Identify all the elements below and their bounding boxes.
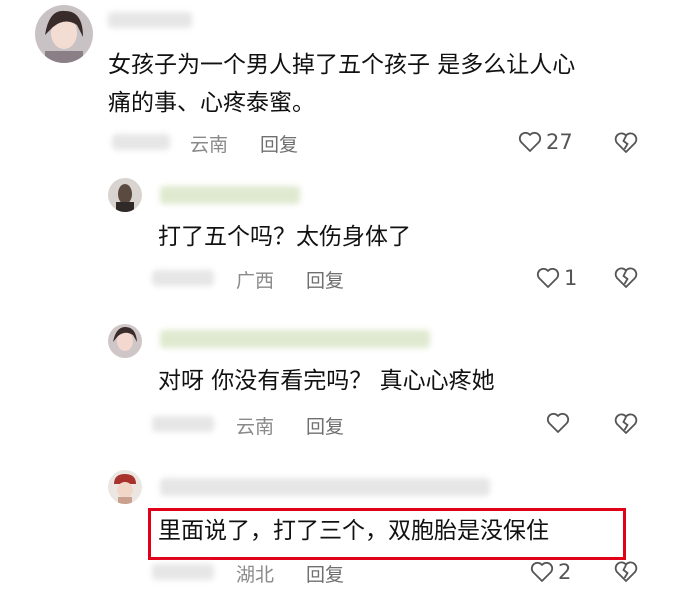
username-redacted[interactable] (160, 330, 430, 348)
broken-heart-icon (613, 131, 639, 155)
timestamp-redacted (152, 270, 214, 286)
avatar[interactable] (108, 324, 142, 358)
like-button[interactable]: 1 (536, 266, 577, 290)
dislike-button[interactable] (613, 266, 639, 290)
avatar[interactable] (108, 470, 142, 504)
dislike-button[interactable] (613, 131, 639, 155)
reply-button[interactable]: 回复 (306, 266, 344, 293)
dislike-button[interactable] (613, 560, 639, 584)
username-redacted[interactable] (160, 478, 490, 496)
dislike-button[interactable] (613, 412, 639, 436)
reply-button[interactable]: 回复 (306, 412, 344, 439)
like-count: 27 (546, 130, 573, 154)
comment-text-line-2: 痛的事、心疼泰蜜。 (108, 90, 315, 116)
location: 广西 (236, 270, 275, 292)
comment-text: 对呀 你没有看完吗？ 真心心疼她 (158, 368, 495, 394)
heart-outline-icon (536, 267, 560, 289)
like-count: 1 (564, 266, 578, 290)
location: 湖北 (236, 564, 275, 586)
comment-text: 里面说了，打了三个，双胞胎是没保住 (158, 518, 549, 544)
like-button[interactable] (546, 412, 574, 434)
heart-outline-icon (518, 131, 542, 153)
timestamp-redacted (112, 134, 170, 150)
username-redacted[interactable] (108, 12, 192, 28)
heart-outline-icon (546, 412, 570, 434)
timestamp-redacted (152, 564, 214, 580)
comment-text-line-1: 女孩子为一个男人掉了五个孩子 是多么让人心 (108, 52, 576, 78)
timestamp-redacted (152, 416, 214, 432)
avatar[interactable] (108, 178, 142, 212)
avatar[interactable] (35, 5, 93, 63)
like-button[interactable]: 27 (518, 130, 573, 154)
reply-button[interactable]: 回复 (306, 560, 344, 587)
broken-heart-icon (613, 266, 639, 290)
heart-outline-icon (530, 561, 554, 583)
reply-button[interactable]: 回复 (260, 130, 298, 157)
username-redacted[interactable] (160, 186, 300, 204)
comment-text: 打了五个吗？太伤身体了 (158, 224, 411, 250)
like-count: 2 (558, 560, 572, 584)
like-button[interactable]: 2 (530, 560, 571, 584)
broken-heart-icon (613, 412, 639, 436)
location: 云南 (236, 416, 275, 438)
broken-heart-icon (613, 560, 639, 584)
location: 云南 (190, 134, 229, 156)
